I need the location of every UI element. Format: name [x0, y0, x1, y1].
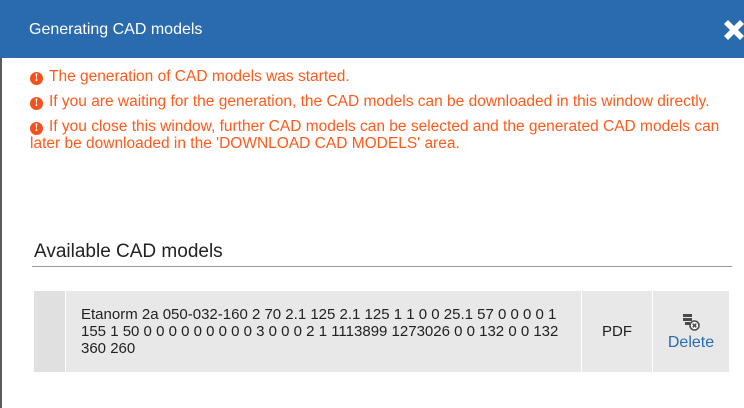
section-title: Available CAD models — [34, 241, 223, 262]
info-icon: ! — [30, 97, 43, 110]
message-text: If you close this window, further CAD mo… — [30, 118, 720, 152]
model-actions-cell: Delete — [653, 291, 729, 372]
delete-button[interactable]: Delete — [668, 311, 714, 352]
info-icon: ! — [30, 72, 43, 85]
model-format: PDF — [582, 291, 653, 372]
dialog-title: Generating CAD models — [29, 21, 203, 38]
model-name: Etanorm 2a 050-032-160 2 70 2.1 125 2.1 … — [66, 291, 582, 372]
message-close-window: ! If you close this window, further CAD m… — [30, 118, 730, 152]
dialog-title-bar: Generating CAD models — [0, 0, 744, 58]
section-divider — [32, 266, 732, 267]
close-button[interactable] — [720, 18, 744, 42]
message-text: If you are waiting for the generation, t… — [49, 93, 710, 110]
message-text: The generation of CAD models was started… — [49, 68, 350, 85]
delete-model-icon — [683, 314, 700, 331]
message-generation-started: ! The generation of CAD models was starte… — [30, 68, 730, 85]
info-icon: ! — [30, 122, 43, 135]
close-icon — [724, 20, 744, 40]
message-waiting-download: ! If you are waiting for the generation, … — [30, 93, 730, 110]
delete-label: Delete — [667, 334, 715, 351]
cad-models-table: Etanorm 2a 050-032-160 2 70 2.1 125 2.1 … — [34, 291, 729, 372]
generating-cad-models-dialog: Generating CAD models ! The generation of… — [0, 0, 744, 408]
row-select-cell[interactable] — [34, 291, 66, 372]
dialog-left-border — [0, 58, 2, 408]
status-messages: ! The generation of CAD models was starte… — [30, 68, 730, 160]
table-row: Etanorm 2a 050-032-160 2 70 2.1 125 2.1 … — [34, 291, 729, 372]
